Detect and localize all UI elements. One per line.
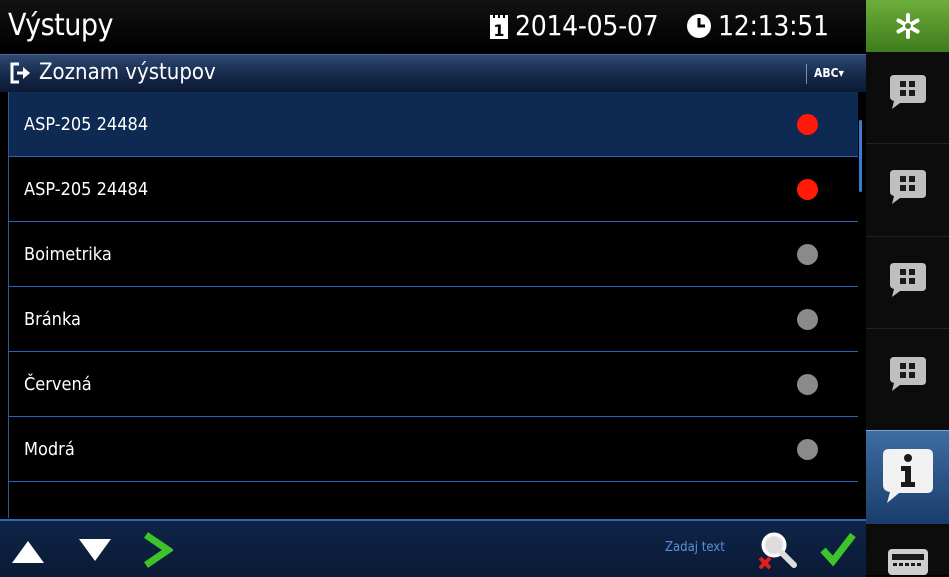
svg-text:1: 1 — [493, 21, 504, 40]
output-row[interactable]: ASP-205 24484 — [9, 157, 858, 222]
calendar-icon: 1 — [490, 13, 508, 40]
output-row[interactable]: Bránka — [9, 287, 858, 352]
output-row[interactable]: Modrá — [9, 417, 858, 482]
clock-icon — [687, 14, 711, 38]
output-name: Červená — [24, 374, 92, 395]
top-bar: Výstupy 1 2014-05-07 12:13:51 — [0, 0, 866, 52]
output-row[interactable]: ASP-205 24484 — [9, 92, 858, 157]
search-clear-icon[interactable] — [757, 529, 801, 573]
sidebar-partition-3[interactable] — [866, 239, 949, 324]
clock-display: 12:13:51 — [686, 6, 829, 46]
sidebar-partition-4[interactable] — [866, 331, 949, 416]
keypad-bubble-icon — [890, 75, 926, 109]
output-state-indicator — [797, 374, 818, 395]
output-name: ASP-205 24484 — [24, 179, 149, 200]
output-state-indicator — [797, 439, 818, 460]
scrollbar[interactable] — [859, 120, 862, 192]
search-hint: Zadaj text — [665, 540, 725, 555]
list-header: Zoznam výstupov ABC▾ — [0, 54, 866, 92]
date-text: 2014-05-07 — [515, 9, 659, 42]
date-display: 1 2014-05-07 — [489, 6, 659, 46]
sidebar-keypad[interactable] — [866, 526, 949, 575]
sidebar-partition-1[interactable] — [866, 55, 949, 140]
output-name: Bránka — [24, 309, 81, 330]
divider — [866, 328, 949, 329]
sort-button[interactable]: ABC▾ — [814, 63, 844, 83]
output-state-indicator — [797, 309, 818, 330]
arrow-up-icon[interactable] — [10, 537, 46, 565]
output-exit-icon — [10, 62, 30, 84]
output-state-indicator — [797, 244, 818, 265]
sidebar-info[interactable] — [866, 430, 949, 524]
output-state-indicator — [797, 114, 818, 135]
sidebar-partition-2[interactable] — [866, 146, 949, 231]
output-row[interactable]: Červená — [9, 352, 858, 417]
checkmark-icon[interactable] — [820, 531, 856, 567]
chevron-right-icon[interactable] — [141, 532, 173, 568]
bottom-toolbar: Zadaj text — [0, 519, 866, 577]
output-state-indicator — [797, 179, 818, 200]
divider — [866, 236, 949, 237]
sidebar — [866, 0, 949, 575]
list-title: Zoznam výstupov — [39, 60, 216, 85]
divider — [866, 143, 949, 144]
output-list: ASP-205 24484 ASP-205 24484 Boimetrika Brán… — [8, 92, 858, 518]
arrow-down-icon[interactable] — [77, 537, 113, 565]
keyboard-icon — [888, 549, 928, 575]
divider — [806, 64, 807, 84]
time-text: 12:13:51 — [718, 9, 829, 42]
info-bubble-icon — [883, 449, 933, 503]
output-name: ASP-205 24484 — [24, 114, 149, 135]
output-name: Modrá — [24, 439, 75, 460]
snowflake-icon — [896, 13, 920, 39]
output-row[interactable]: Boimetrika — [9, 222, 858, 287]
keypad-bubble-icon — [890, 263, 926, 297]
keypad-bubble-icon — [890, 357, 926, 391]
home-button[interactable] — [866, 0, 949, 52]
output-name: Boimetrika — [24, 244, 112, 265]
page-title: Výstupy — [8, 8, 113, 43]
keypad-bubble-icon — [890, 170, 926, 204]
